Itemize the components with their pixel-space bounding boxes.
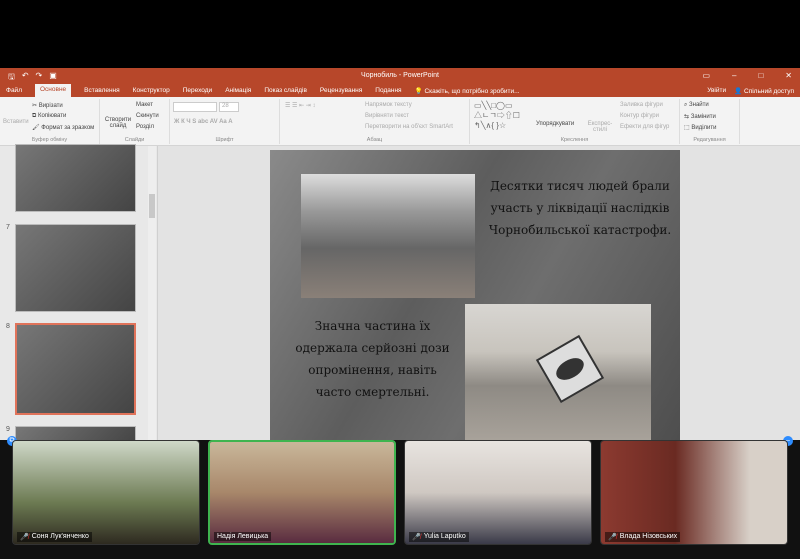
participant-name: Yulia Laputko bbox=[423, 533, 466, 540]
muted-mic-icon: 🎤̸ bbox=[20, 534, 29, 541]
slide-thumbnail-8[interactable] bbox=[15, 323, 136, 415]
slide-number: 8 bbox=[6, 323, 10, 330]
drawing-group: ▭╲╲□◯▭ △ㄴㄱ⇨⇧☐ ↰╲∧{ }☆ Упорядкувати Експрес… bbox=[470, 99, 680, 144]
smartart-button[interactable]: Перетворити на об'єкт SmartArt bbox=[365, 124, 453, 130]
tab-transitions[interactable]: Переходи bbox=[183, 87, 212, 94]
participant-name: Надія Левицька bbox=[217, 533, 269, 540]
title-bar: 🖫 ↶ ↷ ▣ Чорнобиль - PowerPoint ▭ – □ ✕ bbox=[0, 68, 800, 84]
arrange-button[interactable]: Упорядкувати bbox=[536, 121, 574, 127]
slide-number: 7 bbox=[6, 224, 10, 231]
maximize-button[interactable]: □ bbox=[758, 71, 763, 80]
participant-video bbox=[601, 441, 787, 544]
tell-me-label: Скажіть, що потрібно зробити... bbox=[424, 87, 520, 95]
share-button[interactable]: 👤 Спільний доступ bbox=[734, 87, 794, 95]
paste-button[interactable]: Вставити bbox=[3, 119, 29, 125]
tab-view[interactable]: Подання bbox=[375, 87, 401, 94]
editing-group: ⌕ Знайти ⇆ Замінити ⬚ Виділити Редагуван… bbox=[680, 99, 740, 144]
ribbon: Вставити ✂ Вирізати ⧉ Копіювати 🖌 Формат… bbox=[0, 97, 800, 146]
font-group: 28 Ж К Ч S abc AV Aa A Шрифт bbox=[170, 99, 280, 144]
slide-text-radiation[interactable]: Значна частина їх одержала серйозні дози… bbox=[290, 315, 455, 403]
slide-text-liquidation[interactable]: Десятки тисяч людей брали участь у лікві… bbox=[485, 175, 675, 241]
participant-video bbox=[405, 441, 591, 544]
select-button[interactable]: ⬚ Виділити bbox=[684, 124, 716, 131]
font-size-field[interactable]: 28 bbox=[219, 102, 239, 112]
font-format-buttons[interactable]: Ж К Ч S abc AV Aa A bbox=[174, 119, 233, 125]
tab-animations[interactable]: Анімація bbox=[225, 87, 251, 94]
participant-name: Влада Нізовських bbox=[619, 533, 678, 540]
format-painter-button[interactable]: 🖌 Формат за зразком bbox=[32, 124, 94, 131]
list-buttons[interactable]: ☰ ☰ ⇤ ⇥ ↕ bbox=[285, 102, 315, 109]
slide-thumbnail-7[interactable] bbox=[15, 224, 136, 312]
slides-group-label: Слайди bbox=[124, 137, 145, 143]
find-button[interactable]: ⌕ Знайти bbox=[684, 102, 709, 109]
participant-tile[interactable]: 🎤̸ Влада Нізовських bbox=[600, 440, 788, 545]
tab-slideshow[interactable]: Показ слайдів bbox=[264, 87, 307, 94]
share-label: Спільний доступ bbox=[744, 87, 794, 95]
shape-effects-button[interactable]: Ефекти для фігур bbox=[620, 124, 669, 130]
tab-design[interactable]: Конструктор bbox=[133, 87, 170, 94]
tell-me-search[interactable]: 💡 Скажіть, що потрібно зробити... bbox=[415, 87, 520, 95]
window-title: Чорнобиль - PowerPoint bbox=[361, 72, 439, 79]
text-direction-button[interactable]: Напрямок тексту bbox=[365, 102, 412, 108]
tab-file[interactable]: Файл bbox=[6, 87, 22, 94]
participant-tile[interactable]: 🎤̸ Yulia Laputko bbox=[404, 440, 592, 545]
font-name-field[interactable] bbox=[173, 102, 217, 112]
drawing-group-label: Креслення bbox=[560, 137, 589, 143]
editing-group-label: Редагування bbox=[693, 137, 726, 143]
section-button[interactable]: Розділ bbox=[136, 124, 154, 130]
cut-label: Вирізати bbox=[38, 103, 63, 109]
slide-thumbnails-panel: 7 8 9 bbox=[0, 144, 158, 446]
paragraph-group-label: Абзац bbox=[366, 137, 383, 143]
copy-button[interactable]: ⧉ Копіювати bbox=[32, 113, 66, 120]
shape-outline-button[interactable]: Контур фігури bbox=[620, 113, 659, 119]
clipboard-group-label: Буфер обміну bbox=[31, 137, 68, 143]
quick-styles-button[interactable]: Експрес-стилі bbox=[585, 121, 615, 133]
scrollbar-thumb[interactable] bbox=[149, 194, 155, 218]
reset-button[interactable]: Скинути bbox=[136, 113, 159, 119]
find-label: Знайти bbox=[689, 102, 709, 108]
replace-label: Замінити bbox=[690, 114, 716, 120]
participant-video bbox=[210, 442, 394, 543]
thumbnails-scrollbar[interactable] bbox=[148, 146, 156, 440]
tab-review[interactable]: Рецензування bbox=[320, 87, 362, 94]
slides-group: Створити слайд Макет Скинути Розділ Слай… bbox=[100, 99, 170, 144]
liquidators-photo bbox=[301, 174, 475, 298]
participant-name: Соня Лук'янченко bbox=[31, 533, 89, 540]
no-entry-sign bbox=[535, 334, 605, 404]
tab-insert[interactable]: Вставлення bbox=[84, 87, 120, 94]
participant-tile-active-speaker[interactable]: Надія Левицька bbox=[208, 440, 396, 545]
participant-tile[interactable]: 🎤̸ Соня Лук'янченко bbox=[12, 440, 200, 545]
replace-button[interactable]: ⇆ Замінити bbox=[684, 113, 716, 120]
cut-button[interactable]: ✂ Вирізати bbox=[32, 102, 63, 109]
layout-button[interactable]: Макет bbox=[136, 102, 153, 108]
format-painter-label: Формат за зразком bbox=[41, 125, 95, 131]
current-slide[interactable]: Десятки тисяч людей брали участь у лікві… bbox=[270, 150, 680, 440]
align-text-button[interactable]: Вирівняти текст bbox=[365, 113, 409, 119]
tab-home[interactable]: Основне bbox=[34, 84, 72, 97]
muted-mic-icon: 🎤̸ bbox=[608, 534, 617, 541]
warning-sign-photo bbox=[465, 304, 651, 440]
shapes-gallery[interactable]: ▭╲╲□◯▭ △ㄴㄱ⇨⇧☐ ↰╲∧{ }☆ bbox=[474, 101, 520, 131]
copy-label: Копіювати bbox=[37, 113, 67, 119]
slide-thumbnail-6[interactable] bbox=[15, 144, 136, 212]
ribbon-tabs: Файл Основне Вставлення Конструктор Пере… bbox=[0, 84, 800, 97]
select-label: Виділити bbox=[691, 125, 717, 131]
slide-number: 9 bbox=[6, 426, 10, 433]
video-participants-strip: ⧉ – 🎤̸ Соня Лук'янченко Надія Левицька 🎤̸… bbox=[0, 436, 800, 559]
clipboard-group: Вставити ✂ Вирізати ⧉ Копіювати 🖌 Формат… bbox=[0, 99, 100, 144]
muted-mic-icon: 🎤̸ bbox=[412, 534, 421, 541]
shape-fill-button[interactable]: Заливка фігури bbox=[620, 102, 663, 108]
paragraph-group: ☰ ☰ ⇤ ⇥ ↕ Напрямок тексту Вирівняти текс… bbox=[280, 99, 470, 144]
minimize-button[interactable]: – bbox=[732, 71, 736, 80]
close-button[interactable]: ✕ bbox=[785, 71, 792, 80]
new-slide-button[interactable]: Створити слайд bbox=[104, 117, 132, 129]
font-group-label: Шрифт bbox=[215, 137, 234, 143]
sign-in-link[interactable]: Увійти bbox=[707, 87, 726, 95]
ribbon-options-icon[interactable]: ▭ bbox=[702, 71, 710, 80]
participant-video bbox=[13, 441, 199, 544]
